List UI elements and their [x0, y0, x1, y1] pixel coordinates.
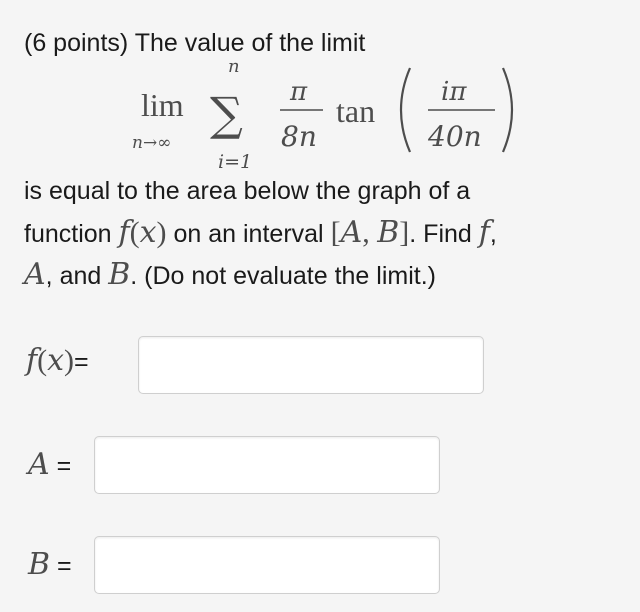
paren-open: (	[129, 216, 140, 249]
frac2-numerator: iπ	[441, 77, 467, 107]
question-line-2: is equal to the area below the graph of …	[24, 177, 471, 205]
text-on-interval: on an interval	[173, 220, 324, 248]
label-f-eq: =	[74, 348, 89, 376]
A-answer-label: A =	[28, 450, 71, 481]
math-B: B	[377, 215, 400, 250]
question-line-4: A, and B. (Do not evaluate the limit.)	[24, 260, 436, 291]
question-line-3: function f(x) on an interval [A, B]. Fin…	[24, 218, 497, 249]
frac1-numerator: π	[289, 77, 308, 107]
lim-text: lim	[141, 87, 184, 123]
math-A: A	[340, 215, 363, 250]
label-paren-close: )	[64, 344, 75, 377]
text-and: , and	[45, 262, 102, 290]
right-paren	[501, 67, 514, 153]
sum-lower: i=1	[218, 151, 252, 173]
B-answer-label: B =	[28, 550, 72, 581]
left-paren	[399, 67, 412, 153]
label-A: A	[28, 447, 50, 482]
math-B-2: B	[108, 257, 131, 292]
label-A-eq: =	[56, 452, 72, 480]
math-A-2: A	[24, 257, 46, 292]
B-answer-input[interactable]	[94, 536, 440, 594]
text-function: function	[24, 220, 112, 248]
math-f: f	[118, 215, 130, 250]
math-x: x	[139, 215, 157, 250]
tan-text: tan	[336, 93, 375, 129]
label-x: x	[47, 343, 65, 378]
paren-close: )	[156, 216, 167, 249]
sum-upper: n	[228, 56, 240, 77]
label-B-eq: =	[57, 552, 72, 580]
f-answer-label: f(x)=	[26, 346, 89, 377]
sigma-icon: ∑	[210, 87, 243, 141]
f-answer-input[interactable]	[138, 336, 484, 394]
A-answer-input[interactable]	[94, 436, 440, 494]
frac2-denominator: 40n	[427, 120, 482, 153]
frac1-denominator: 8n	[281, 120, 317, 153]
text-no-evaluate: . (Do not evaluate the limit.)	[130, 262, 436, 290]
comma: ,	[362, 216, 378, 249]
label-f: f	[26, 343, 38, 378]
label-paren-open: (	[37, 344, 48, 377]
math-f2: f	[478, 215, 490, 250]
label-B: B	[28, 547, 51, 582]
lim-subscript: n→∞	[132, 133, 171, 153]
bracket-close: ]	[399, 216, 410, 249]
text-find: . Find	[409, 220, 472, 248]
text-comma: ,	[489, 220, 497, 248]
bracket-open: [	[330, 216, 341, 249]
